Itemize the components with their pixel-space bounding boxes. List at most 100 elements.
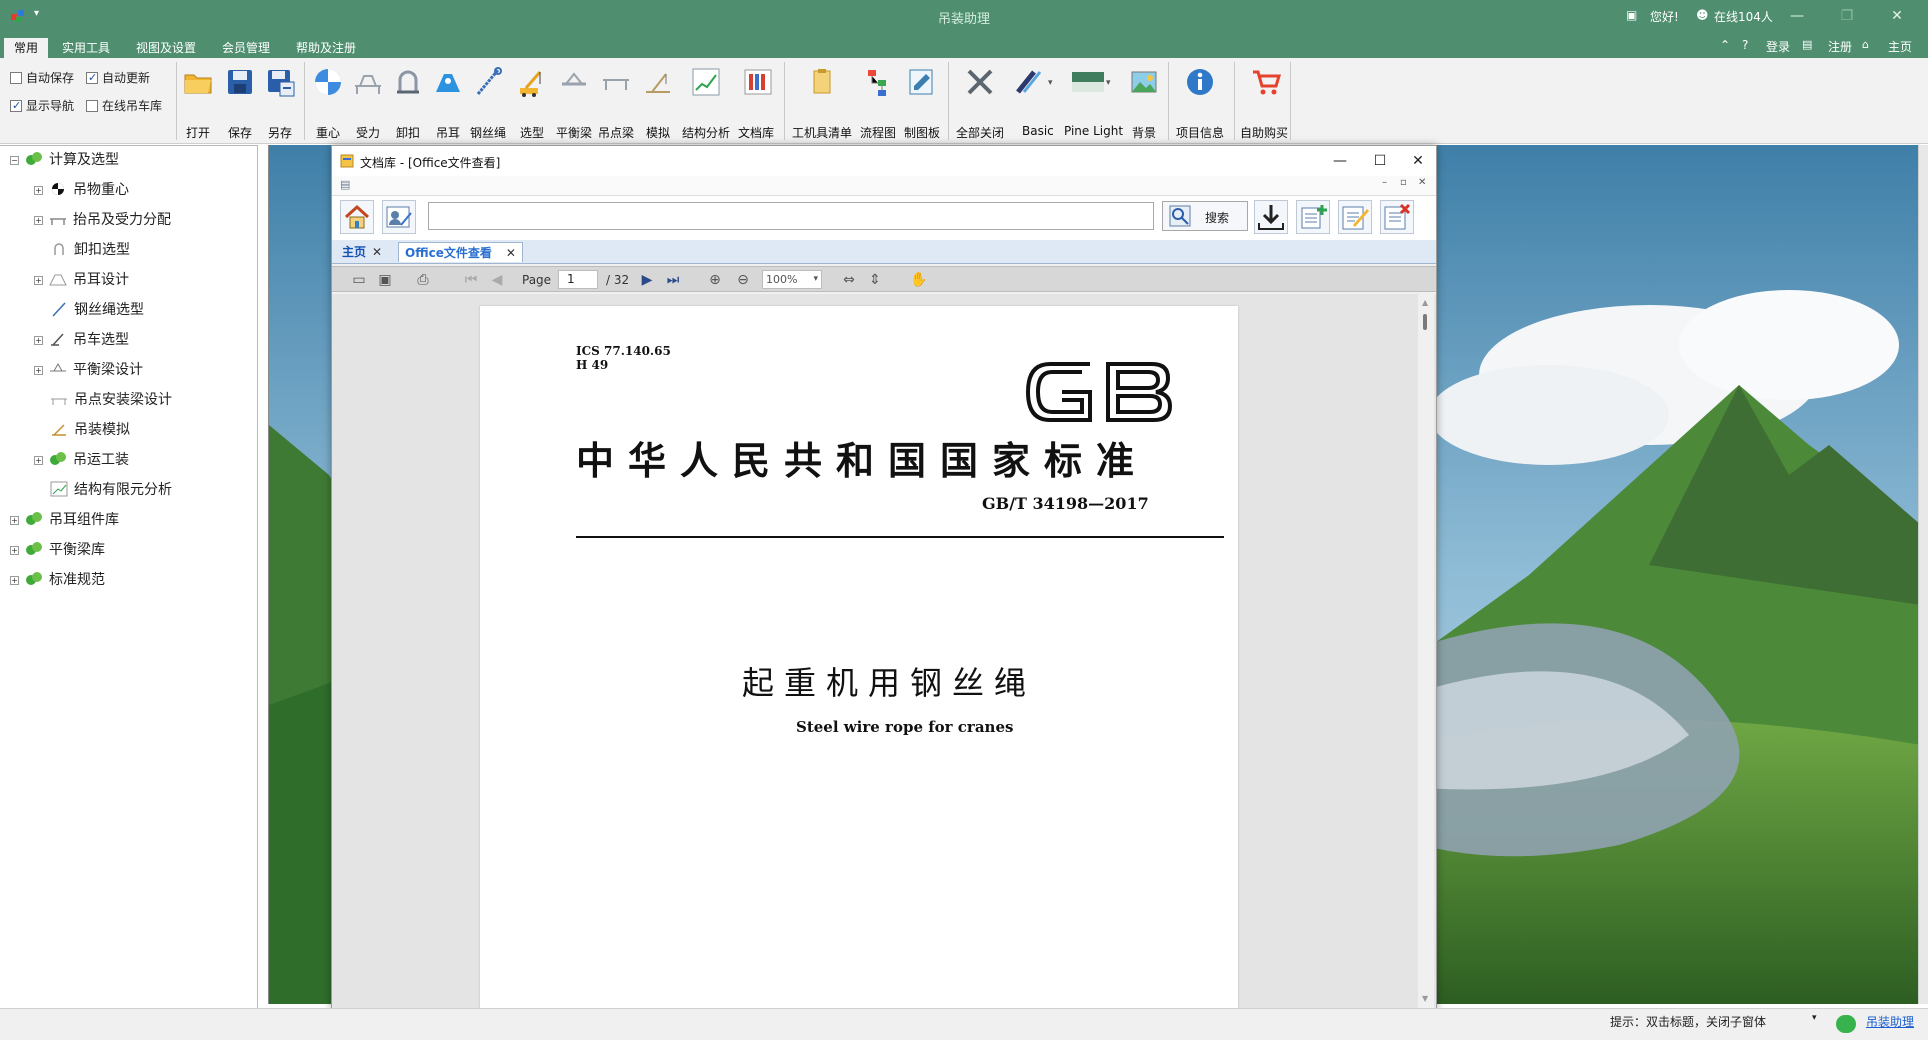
- tree-node-lift-point-beam[interactable]: 吊点安装梁设计: [50, 388, 172, 412]
- status-dropdown-icon[interactable]: ▾: [1812, 1013, 1817, 1023]
- save-button[interactable]: 保存: [228, 124, 252, 141]
- tab-help-register[interactable]: 帮助及注册: [286, 38, 366, 58]
- save-file-icon[interactable]: ▣: [376, 271, 394, 289]
- expand-icon[interactable]: +: [34, 336, 43, 345]
- basic-theme-icon[interactable]: [1014, 66, 1046, 98]
- checkbox-box[interactable]: [86, 70, 98, 86]
- register-link[interactable]: 注册: [1828, 38, 1852, 55]
- close-all-button[interactable]: 全部关闭: [956, 124, 1004, 141]
- search-input[interactable]: [428, 202, 1154, 230]
- save-as-button[interactable]: 另存: [268, 124, 292, 141]
- tab-common[interactable]: 常用: [4, 38, 49, 58]
- hand-tool-icon[interactable]: ✋: [910, 271, 928, 289]
- mdi-minimize-icon[interactable]: –: [1382, 177, 1387, 188]
- online-library-checkbox[interactable]: 在线吊车库: [86, 98, 162, 114]
- tree-node-lift-force[interactable]: + 抬吊及受力分配: [34, 208, 171, 232]
- center-gravity-button[interactable]: 重心: [316, 124, 340, 141]
- shackle-button[interactable]: 卸扣: [396, 124, 420, 141]
- pine-light-theme-button[interactable]: Pine Light: [1064, 124, 1123, 138]
- collapse-icon[interactable]: −: [10, 156, 19, 165]
- help-icon[interactable]: ?: [1742, 38, 1748, 52]
- mdi-restore-icon[interactable]: ▫: [1400, 177, 1407, 188]
- home-button[interactable]: [340, 200, 374, 234]
- tool-list-icon[interactable]: [806, 66, 838, 98]
- collapse-ribbon-icon[interactable]: ⌃: [1720, 38, 1730, 52]
- project-info-icon[interactable]: [1184, 66, 1216, 98]
- doc-library-button[interactable]: 文档库: [738, 124, 774, 141]
- force-button[interactable]: 受力: [356, 124, 380, 141]
- tab-tools[interactable]: 实用工具: [52, 38, 120, 58]
- status-toggle-icon[interactable]: [1836, 1015, 1856, 1033]
- drawing-board-icon[interactable]: [906, 66, 938, 98]
- tab-member[interactable]: 会员管理: [212, 38, 280, 58]
- tree-node-lug-library[interactable]: + 吊耳组件库: [10, 508, 119, 532]
- tree-node-calc[interactable]: − 计算及选型: [10, 148, 119, 172]
- open-file-icon[interactable]: ▭: [350, 271, 368, 289]
- tab-office-viewer[interactable]: Office文件查看 ✕: [398, 242, 523, 262]
- auto-update-checkbox[interactable]: 自动更新: [86, 70, 150, 86]
- crane-select-icon[interactable]: [516, 66, 548, 98]
- fit-page-icon[interactable]: ⇕: [866, 271, 884, 289]
- balance-beam-button[interactable]: 平衡梁: [556, 124, 592, 141]
- next-page-icon[interactable]: ▶: [638, 271, 656, 289]
- close-icon[interactable]: ✕: [1882, 5, 1912, 27]
- tree-node-tooling[interactable]: + 吊运工装: [34, 448, 129, 472]
- simulate-icon[interactable]: [642, 66, 674, 98]
- tree-node-crane[interactable]: + 吊车选型: [34, 328, 129, 352]
- zoom-out-icon[interactable]: ⊖: [734, 271, 752, 289]
- tree-node-shackle[interactable]: 卸扣选型: [50, 238, 130, 262]
- scroll-thumb[interactable]: [1423, 314, 1427, 330]
- wire-rope-button[interactable]: 钢丝绳: [470, 124, 506, 141]
- checkbox-box[interactable]: [10, 98, 22, 114]
- expand-icon[interactable]: +: [34, 456, 43, 465]
- lift-beam-button[interactable]: 吊点梁: [598, 124, 634, 141]
- force-icon[interactable]: [352, 66, 384, 98]
- scroll-down-icon[interactable]: ▼: [1422, 994, 1428, 1003]
- pine-light-theme-icon[interactable]: [1070, 66, 1106, 98]
- add-document-button[interactable]: [1296, 200, 1330, 234]
- expand-icon[interactable]: +: [34, 366, 43, 375]
- edit-user-button[interactable]: [382, 200, 416, 234]
- previous-page-icon[interactable]: ◀: [488, 271, 506, 289]
- expand-icon[interactable]: +: [34, 216, 43, 225]
- close-all-icon[interactable]: [964, 66, 996, 98]
- buy-button[interactable]: 自助购买: [1240, 124, 1288, 141]
- home-link[interactable]: 主页: [1888, 38, 1912, 55]
- lug-icon[interactable]: [432, 66, 464, 98]
- expand-icon[interactable]: +: [34, 276, 43, 285]
- background-button[interactable]: 背景: [1132, 124, 1156, 141]
- tree-node-beam-library[interactable]: + 平衡梁库: [10, 538, 105, 562]
- delete-document-button[interactable]: [1380, 200, 1414, 234]
- doc-maximize-icon[interactable]: ☐: [1362, 150, 1398, 172]
- tree-node-fea[interactable]: 结构有限元分析: [50, 478, 172, 502]
- save-as-icon[interactable]: [264, 66, 296, 98]
- tree-node-simulation[interactable]: 吊装模拟: [50, 418, 130, 442]
- open-folder-icon[interactable]: [182, 66, 214, 98]
- lift-beam-icon[interactable]: [600, 66, 632, 98]
- tab-view-settings[interactable]: 视图及设置: [126, 38, 206, 58]
- last-page-icon[interactable]: ⏭: [664, 271, 682, 289]
- save-disk-icon[interactable]: [224, 66, 256, 98]
- doc-library-icon[interactable]: [742, 66, 774, 98]
- drawing-board-button[interactable]: 制图板: [904, 124, 940, 141]
- search-button[interactable]: 搜索: [1162, 201, 1248, 231]
- minimize-icon[interactable]: —: [1782, 5, 1812, 27]
- doc-minimize-icon[interactable]: —: [1322, 150, 1358, 172]
- structure-analysis-button[interactable]: 结构分析: [682, 124, 730, 141]
- background-icon[interactable]: [1128, 66, 1160, 98]
- tree-node-standards[interactable]: + 标准规范: [10, 568, 105, 592]
- tree-node-balance-beam[interactable]: + 平衡梁设计: [34, 358, 143, 382]
- download-button[interactable]: [1254, 200, 1288, 234]
- print-icon[interactable]: ⎙: [414, 271, 432, 289]
- auto-save-checkbox[interactable]: 自动保存: [10, 70, 74, 86]
- restore-icon[interactable]: ❐: [1832, 5, 1862, 27]
- basic-theme-button[interactable]: Basic: [1022, 124, 1054, 138]
- document-window-titlebar[interactable]: 文档库 - [Office文件查看] — ☐ ✕: [332, 146, 1436, 176]
- zoom-dropdown-icon[interactable]: ▾: [813, 271, 818, 288]
- flowchart-icon[interactable]: [864, 66, 896, 98]
- expand-icon[interactable]: +: [34, 186, 43, 195]
- structure-analysis-icon[interactable]: [690, 66, 722, 98]
- basic-dropdown-icon[interactable]: ▾: [1048, 78, 1053, 88]
- page-number-input[interactable]: 1: [558, 270, 598, 289]
- pine-light-dropdown-icon[interactable]: ▾: [1106, 78, 1111, 88]
